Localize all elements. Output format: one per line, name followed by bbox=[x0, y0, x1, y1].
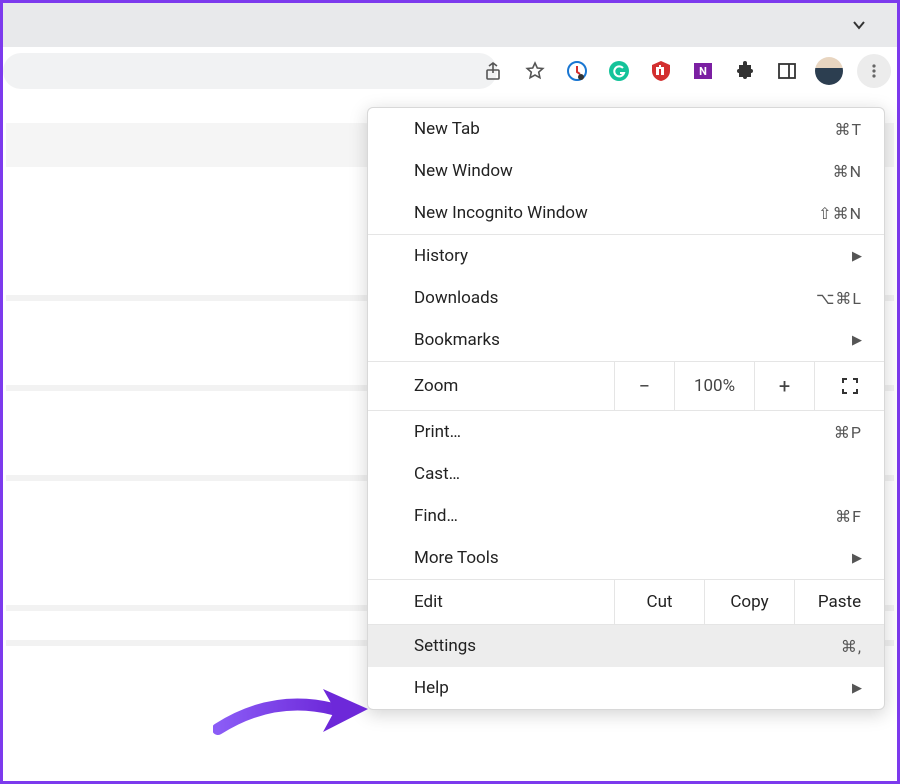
menu-label: New Incognito Window bbox=[414, 203, 588, 223]
menu-label: New Tab bbox=[414, 119, 480, 139]
menu-edit-label: Edit bbox=[368, 580, 614, 624]
tab-strip bbox=[3, 3, 897, 47]
menu-shortcut: ⌘T bbox=[834, 120, 862, 139]
browser-toolbar: N bbox=[3, 47, 897, 95]
submenu-arrow-icon: ▶ bbox=[852, 249, 862, 264]
more-menu-button[interactable] bbox=[857, 54, 891, 88]
submenu-arrow-icon: ▶ bbox=[852, 333, 862, 348]
chrome-menu: New Tab ⌘T New Window ⌘N New Incognito W… bbox=[367, 107, 885, 710]
annotation-arrow bbox=[213, 684, 373, 744]
menu-downloads[interactable]: Downloads ⌥⌘L bbox=[368, 277, 884, 319]
menu-find[interactable]: Find… ⌘F bbox=[368, 495, 884, 537]
sidepanel-icon[interactable] bbox=[773, 57, 801, 85]
menu-label: Help bbox=[414, 678, 449, 698]
menu-new-window[interactable]: New Window ⌘N bbox=[368, 150, 884, 192]
menu-label: History bbox=[414, 246, 468, 266]
submenu-arrow-icon: ▶ bbox=[852, 681, 862, 696]
menu-shortcut: ⇧⌘N bbox=[818, 204, 862, 223]
menu-edit-row: Edit Cut Copy Paste bbox=[368, 579, 884, 624]
extensions-puzzle-icon[interactable] bbox=[731, 57, 759, 85]
menu-new-incognito[interactable]: New Incognito Window ⇧⌘N bbox=[368, 192, 884, 234]
share-icon[interactable] bbox=[479, 57, 507, 85]
menu-more-tools[interactable]: More Tools ▶ bbox=[368, 537, 884, 579]
menu-shortcut: ⌘N bbox=[833, 162, 862, 181]
menu-label: New Window bbox=[414, 161, 513, 181]
menu-label: Downloads bbox=[414, 288, 498, 308]
menu-shortcut: ⌥⌘L bbox=[816, 289, 862, 308]
tabs-dropdown-icon[interactable] bbox=[851, 17, 867, 33]
menu-zoom-row: Zoom − 100% + bbox=[368, 361, 884, 410]
menu-bookmarks[interactable]: Bookmarks ▶ bbox=[368, 319, 884, 361]
menu-history[interactable]: History ▶ bbox=[368, 235, 884, 277]
menu-label: Print… bbox=[414, 422, 461, 442]
menu-shortcut: ⌘P bbox=[834, 423, 862, 442]
extension-grammarly-icon[interactable] bbox=[605, 57, 633, 85]
menu-print[interactable]: Print… ⌘P bbox=[368, 411, 884, 453]
menu-shortcut: ⌘, bbox=[841, 637, 862, 656]
fullscreen-button[interactable] bbox=[814, 362, 884, 410]
address-bar-bg bbox=[3, 53, 497, 89]
menu-shortcut: ⌘F bbox=[835, 507, 862, 526]
menu-label: Settings bbox=[414, 636, 476, 656]
menu-zoom-label: Zoom bbox=[368, 362, 614, 410]
star-icon[interactable] bbox=[521, 57, 549, 85]
svg-text:N: N bbox=[699, 65, 707, 78]
zoom-out-button[interactable]: − bbox=[614, 362, 674, 410]
extension-privacy-icon[interactable] bbox=[563, 57, 591, 85]
menu-settings[interactable]: Settings ⌘, bbox=[368, 625, 884, 667]
menu-label: More Tools bbox=[414, 548, 499, 568]
menu-label: Cast… bbox=[414, 464, 460, 484]
submenu-arrow-icon: ▶ bbox=[852, 551, 862, 566]
edit-copy-button[interactable]: Copy bbox=[704, 580, 794, 624]
menu-label: Bookmarks bbox=[414, 330, 500, 350]
extension-onenote-icon[interactable]: N bbox=[689, 57, 717, 85]
menu-label: Find… bbox=[414, 506, 458, 526]
menu-cast[interactable]: Cast… bbox=[368, 453, 884, 495]
zoom-in-button[interactable]: + bbox=[754, 362, 814, 410]
edit-cut-button[interactable]: Cut bbox=[614, 580, 704, 624]
extension-adblock-icon[interactable] bbox=[647, 57, 675, 85]
zoom-level: 100% bbox=[674, 362, 754, 410]
menu-new-tab[interactable]: New Tab ⌘T bbox=[368, 108, 884, 150]
profile-avatar[interactable] bbox=[815, 57, 843, 85]
menu-help[interactable]: Help ▶ bbox=[368, 667, 884, 709]
edit-paste-button[interactable]: Paste bbox=[794, 580, 884, 624]
